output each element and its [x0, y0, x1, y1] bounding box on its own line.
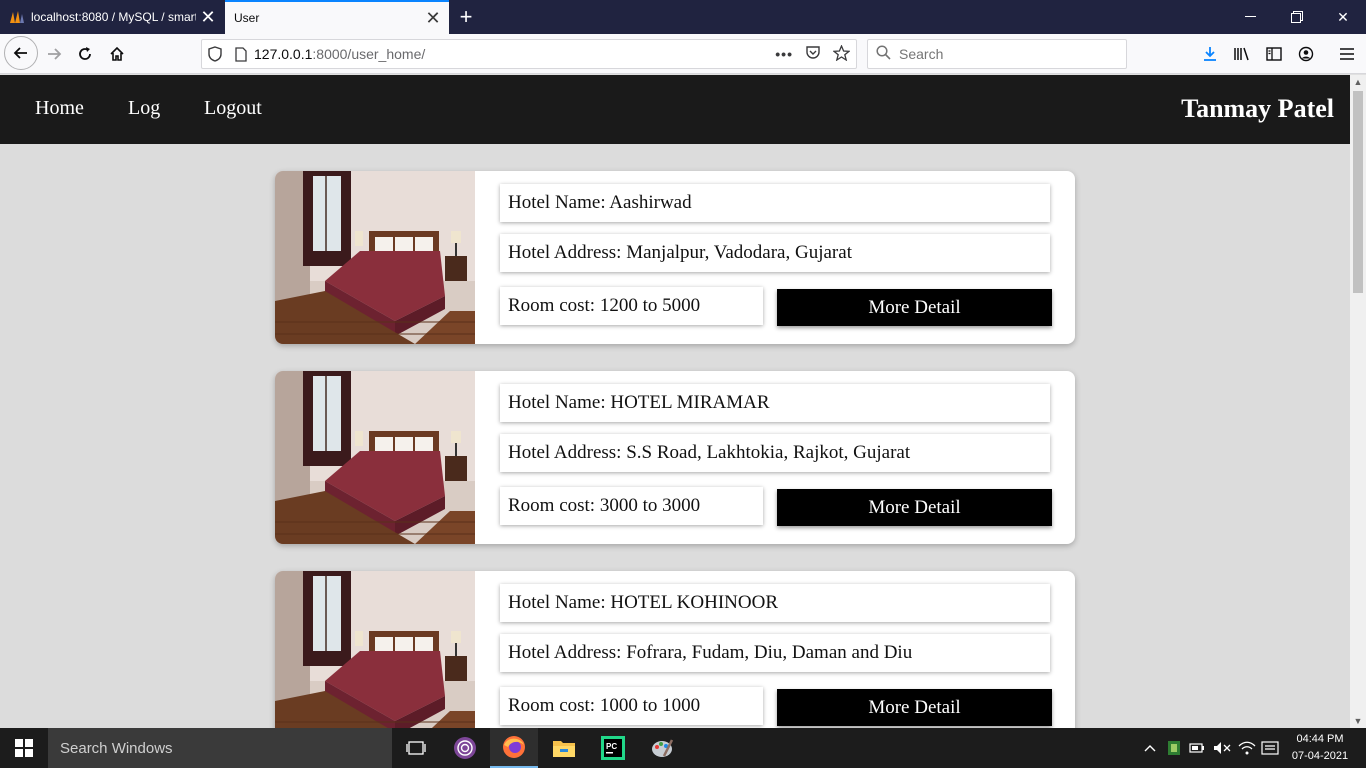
power-plug-icon[interactable]: [1187, 728, 1209, 768]
new-tab-plus-icon[interactable]: +: [452, 4, 480, 30]
tracking-shield-icon[interactable]: [202, 46, 228, 62]
hotel-room-image: [275, 571, 475, 728]
hotel-name: Hotel Name: Aashirwad: [500, 184, 1050, 222]
browser-search-input[interactable]: [899, 46, 1099, 62]
reload-icon[interactable]: [70, 39, 100, 69]
tab-close-icon[interactable]: ✕: [421, 6, 445, 30]
tor-browser-icon[interactable]: [441, 728, 489, 768]
scroll-down-icon[interactable]: ▼: [1350, 714, 1366, 728]
pocket-icon[interactable]: [805, 45, 821, 64]
url-host: 127.0.0.1: [254, 46, 313, 62]
phpmyadmin-icon: [9, 9, 25, 25]
page-scrollbar[interactable]: ▲ ▼: [1350, 75, 1366, 728]
hotel-room-image: [275, 171, 475, 344]
room-cost: Room cost: 3000 to 3000: [500, 487, 763, 525]
keyboard-icon[interactable]: [1259, 728, 1281, 768]
forward-arrow-icon[interactable]: [39, 39, 69, 69]
account-icon[interactable]: [1291, 39, 1321, 69]
hamburger-menu-icon[interactable]: [1332, 39, 1362, 69]
sidebar-icon[interactable]: [1259, 39, 1289, 69]
volume-muted-icon[interactable]: [1211, 728, 1233, 768]
bookmark-star-icon[interactable]: [832, 43, 851, 64]
battery-manager-icon[interactable]: [1163, 728, 1185, 768]
browser-search-bar[interactable]: [867, 39, 1127, 69]
pycharm-icon[interactable]: PC: [589, 728, 637, 768]
file-explorer-icon[interactable]: [540, 728, 588, 768]
url-text: 127.0.0.1:8000/user_home/: [254, 46, 425, 62]
room-cost: Room cost: 1000 to 1000: [500, 687, 763, 725]
hotel-name: Hotel Name: HOTEL MIRAMAR: [500, 384, 1050, 422]
hotel-name: Hotel Name: HOTEL KOHINOOR: [500, 584, 1050, 622]
windows-start-icon[interactable]: [0, 728, 48, 768]
tab-user[interactable]: User ✕: [225, 0, 449, 34]
nav-home-link[interactable]: Home: [35, 97, 84, 120]
system-clock[interactable]: 04:44 PM 07-04-2021: [1282, 731, 1358, 765]
firefox-icon[interactable]: [490, 728, 538, 768]
windows-taskbar: Search Windows PC 04:44 PM 07-04-2021: [0, 728, 1366, 768]
paint-icon[interactable]: [638, 728, 686, 768]
library-icon[interactable]: [1227, 39, 1257, 69]
hotel-address: Hotel Address: Manjalpur, Vadodara, Guja…: [500, 234, 1050, 272]
hotel-address: Hotel Address: Fofrara, Fudam, Diu, Dama…: [500, 634, 1050, 672]
browser-tab-strip: localhost:8080 / MySQL / smart ✕ User ✕ …: [0, 0, 1366, 34]
home-icon[interactable]: [102, 39, 132, 69]
clock-date: 07-04-2021: [1291, 750, 1349, 762]
web-page: Home Log Logout Tanmay Patel Hotel Name:…: [0, 75, 1350, 728]
hotel-address: Hotel Address: S.S Road, Lakhtokia, Rajk…: [500, 434, 1050, 472]
minimize-icon[interactable]: [1228, 0, 1274, 34]
user-name: Tanmay Patel: [1181, 94, 1334, 123]
windows-search-text: Search Windows: [60, 739, 173, 757]
wifi-icon[interactable]: [1236, 728, 1258, 768]
search-icon: [876, 45, 891, 63]
scrollbar-thumb[interactable]: [1353, 91, 1363, 293]
svg-text:PC: PC: [606, 742, 617, 751]
url-bar[interactable]: 127.0.0.1:8000/user_home/ •••: [201, 39, 857, 69]
navigation-toolbar: 127.0.0.1:8000/user_home/ •••: [0, 34, 1366, 74]
more-detail-button[interactable]: More Detail: [777, 489, 1052, 526]
scroll-up-icon[interactable]: ▲: [1350, 75, 1366, 89]
hotel-card: Hotel Name: HOTEL KOHINOOR Hotel Address…: [275, 571, 1075, 728]
more-detail-button[interactable]: More Detail: [777, 289, 1052, 326]
room-cost: Room cost: 1200 to 5000: [500, 287, 763, 325]
tab-close-icon[interactable]: ✕: [196, 5, 220, 29]
tab-phpmyadmin[interactable]: localhost:8080 / MySQL / smart ✕: [0, 0, 224, 34]
url-actions: •••: [775, 40, 851, 68]
windows-search-box[interactable]: Search Windows: [48, 728, 392, 768]
clock-time: 04:44 PM: [1296, 733, 1344, 745]
back-arrow-icon[interactable]: [4, 36, 38, 70]
nav-log-link[interactable]: Log: [128, 97, 160, 120]
tray-overflow-chevron-icon[interactable]: [1140, 728, 1160, 768]
site-navbar: Home Log Logout Tanmay Patel: [0, 75, 1350, 144]
window-close-icon[interactable]: ✕: [1320, 0, 1366, 34]
task-view-icon[interactable]: [392, 728, 440, 768]
more-detail-button[interactable]: More Detail: [777, 689, 1052, 726]
downloads-icon[interactable]: [1195, 39, 1225, 69]
page-info-icon[interactable]: [228, 46, 254, 62]
nav-logout-link[interactable]: Logout: [204, 97, 262, 120]
tab-title: User: [234, 11, 260, 25]
page-actions-icon[interactable]: •••: [775, 46, 793, 62]
restore-icon[interactable]: [1274, 0, 1320, 34]
hotel-card: Hotel Name: HOTEL MIRAMAR Hotel Address:…: [275, 371, 1075, 544]
hotel-card: Hotel Name: Aashirwad Hotel Address: Man…: [275, 171, 1075, 344]
url-path: :8000/user_home/: [312, 46, 426, 62]
hotel-room-image: [275, 371, 475, 544]
tab-title: localhost:8080 / MySQL / smart: [31, 10, 196, 24]
